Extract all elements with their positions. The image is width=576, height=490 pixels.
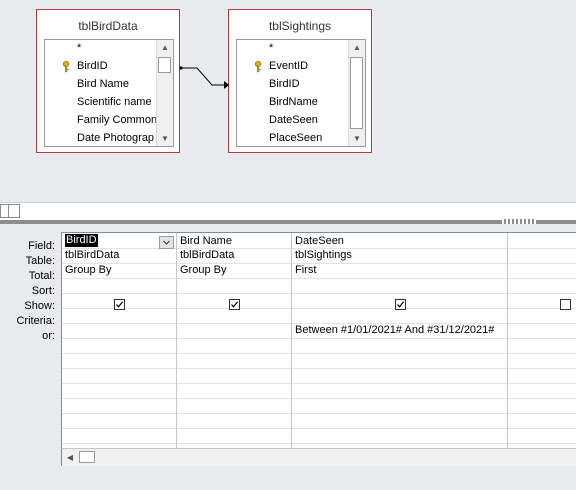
key-icon xyxy=(63,61,69,73)
field-item-all[interactable]: * xyxy=(77,40,81,57)
table-box-tblsightings[interactable]: tblSightings * EventID BirdID BirdName D… xyxy=(228,9,372,153)
field-item-eventid[interactable]: EventID xyxy=(269,57,308,75)
grid-cell-table[interactable]: tblBirdData xyxy=(180,248,290,263)
row-label-total: Total: xyxy=(28,270,55,282)
grid-cell-total[interactable]: Group By xyxy=(180,263,290,278)
query-design-pane: tblBirdData * BirdID Bird Name Scientifi… xyxy=(0,0,576,202)
grid-cell-criteria[interactable]: Between #1/01/2021# And #31/12/2021# xyxy=(295,323,507,338)
table-title[interactable]: tblBirdData xyxy=(37,19,179,33)
pane-splitter[interactable] xyxy=(0,202,576,225)
scroll-thumb[interactable] xyxy=(350,57,363,129)
field-item-date-photographed[interactable]: Date Photograp xyxy=(77,129,157,146)
row-label-or: or: xyxy=(42,330,55,342)
row-label-criteria: Criteria: xyxy=(16,315,55,327)
show-checkbox[interactable] xyxy=(395,299,406,310)
grid-cell-field[interactable]: DateSeen xyxy=(295,234,505,249)
row-label-table: Table: xyxy=(25,255,55,267)
field-list[interactable]: * EventID BirdID BirdName DateSeen Place… xyxy=(236,39,366,147)
relationship-join-line[interactable] xyxy=(178,60,232,92)
scroll-up-arrow-icon[interactable]: ▲ xyxy=(157,40,173,55)
field-item-birdid[interactable]: BirdID xyxy=(269,75,300,93)
row-label-field: Field: xyxy=(28,240,55,252)
grid-cell-total[interactable]: First xyxy=(295,263,505,278)
scroll-thumb[interactable] xyxy=(79,451,95,463)
splitter-toggle-button[interactable] xyxy=(0,204,20,218)
field-item-family-common[interactable]: Family Common xyxy=(77,111,157,129)
field-item-all[interactable]: * xyxy=(269,40,273,57)
row-label-show: Show: xyxy=(24,300,55,312)
field-list-scrollbar[interactable]: ▲ ▼ xyxy=(156,40,173,146)
row-label-sort: Sort: xyxy=(31,285,55,297)
field-item-birdid[interactable]: BirdID xyxy=(77,57,108,75)
grid-horizontal-scrollbar[interactable]: ◀ xyxy=(61,448,576,466)
grid-cell-field[interactable]: Bird Name xyxy=(180,234,290,249)
scroll-left-arrow-icon[interactable]: ◀ xyxy=(62,449,78,466)
field-list[interactable]: * BirdID Bird Name Scientific name Famil… xyxy=(44,39,174,147)
show-checkbox[interactable] xyxy=(229,299,240,310)
field-list-scrollbar[interactable]: ▲ ▼ xyxy=(348,40,365,146)
scroll-thumb[interactable] xyxy=(158,57,171,73)
scroll-down-arrow-icon[interactable]: ▼ xyxy=(157,131,173,146)
table-box-tblbirddata[interactable]: tblBirdData * BirdID Bird Name Scientifi… xyxy=(36,9,180,153)
field-item-placeseen[interactable]: PlaceSeen xyxy=(269,129,322,146)
key-icon xyxy=(255,61,261,73)
field-item-birdname[interactable]: BirdName xyxy=(269,93,318,111)
field-item-bird-name[interactable]: Bird Name xyxy=(77,75,129,93)
show-checkbox[interactable] xyxy=(114,299,125,310)
field-item-dateseen[interactable]: DateSeen xyxy=(269,111,318,129)
query-design-grid[interactable]: BirdID tblBirdData Group By Bird Name tb… xyxy=(61,232,576,459)
query-design-grid-pane: Field: Table: Total: Sort: Show: Criteri… xyxy=(0,224,576,490)
field-item-scientific-name[interactable]: Scientific name xyxy=(77,93,157,111)
scroll-down-arrow-icon[interactable]: ▼ xyxy=(349,131,365,146)
grid-cell-table[interactable]: tblBirdData xyxy=(65,248,175,263)
table-title[interactable]: tblSightings xyxy=(229,19,371,33)
grid-cell-total[interactable]: Group By xyxy=(65,263,175,278)
scroll-up-arrow-icon[interactable]: ▲ xyxy=(349,40,365,55)
show-checkbox[interactable] xyxy=(560,299,571,310)
grid-cell-table[interactable]: tblSightings xyxy=(295,248,505,263)
field-value-selected[interactable]: BirdID xyxy=(65,234,98,247)
